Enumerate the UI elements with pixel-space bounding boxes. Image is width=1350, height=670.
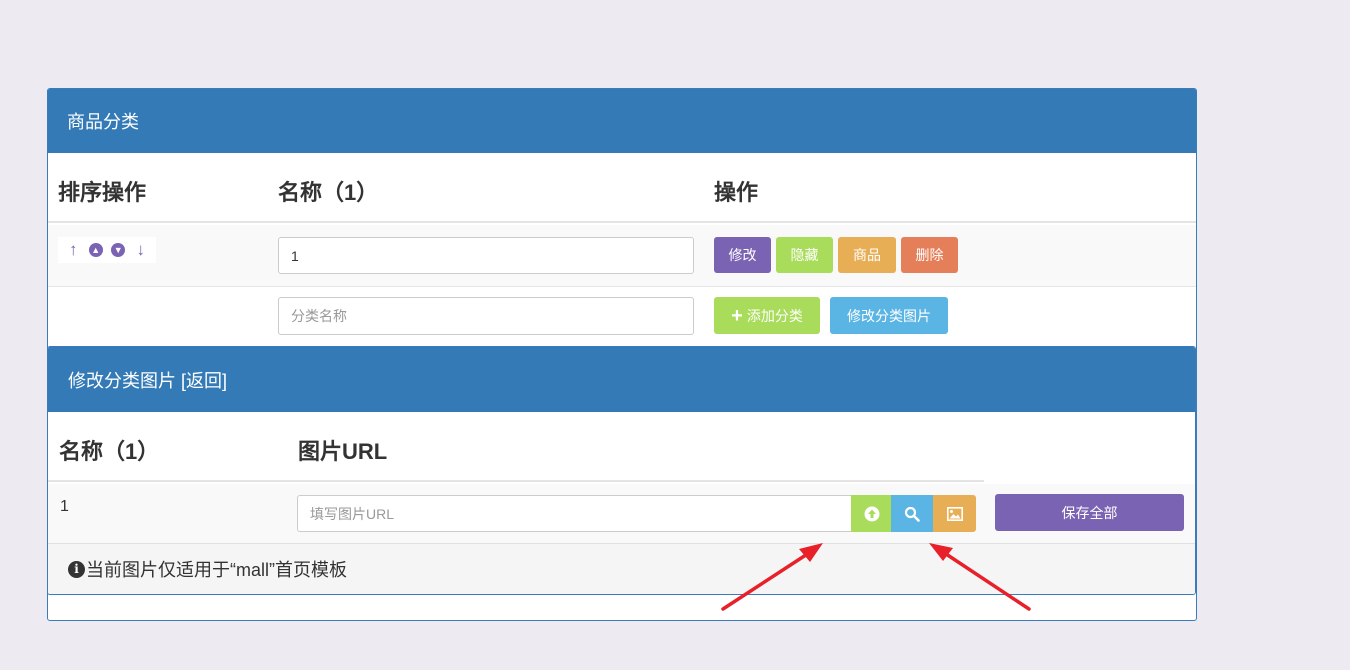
annotation-arrow-right xyxy=(929,543,1031,611)
annotation-arrows xyxy=(721,543,1031,611)
annotation-arrow-left xyxy=(721,543,823,611)
